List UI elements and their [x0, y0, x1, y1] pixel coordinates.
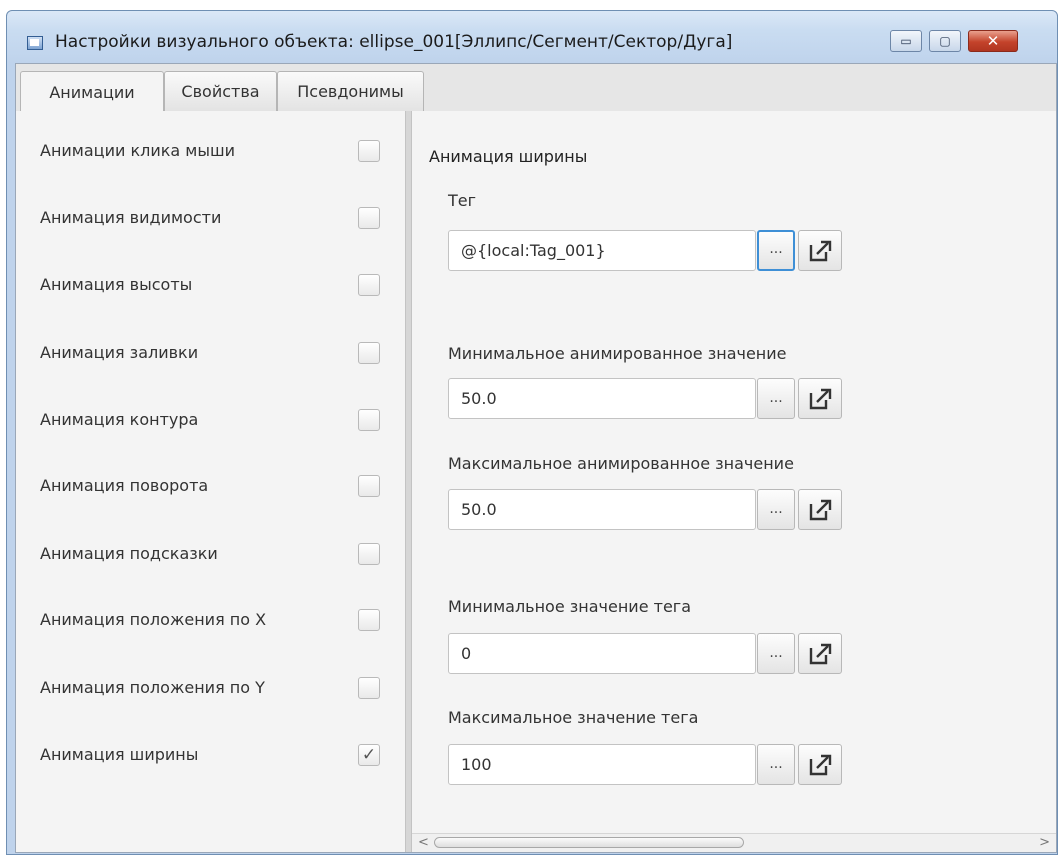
- maximize-button[interactable]: ▢: [929, 30, 961, 52]
- animation-checkbox[interactable]: [358, 475, 380, 497]
- max-animated-label: Максимальное анимированное значение: [448, 454, 794, 473]
- external-link-button[interactable]: [798, 489, 842, 530]
- animation-row-visibility[interactable]: Анимация видимости: [16, 200, 405, 240]
- animation-label: Анимация высоты: [40, 275, 193, 294]
- max-tag-value-input[interactable]: [448, 744, 756, 785]
- external-link-icon: [809, 754, 832, 775]
- close-button[interactable]: ✕: [968, 30, 1018, 52]
- animation-checkbox[interactable]: [358, 409, 380, 431]
- scroll-thumb[interactable]: [434, 837, 744, 848]
- scroll-left-arrow[interactable]: <: [418, 835, 429, 851]
- animation-detail-panel: Анимация ширины Тег ... Минимальное аним…: [412, 111, 1056, 852]
- animation-row-fill[interactable]: Анимация заливки: [16, 335, 405, 375]
- animation-checkbox[interactable]: [358, 677, 380, 699]
- max-tag-value-label: Максимальное значение тега: [448, 708, 699, 727]
- app-window-icon: [27, 36, 43, 50]
- pane-splitter[interactable]: [405, 111, 412, 852]
- tab-bar: Анимации Свойства Псевдонимы: [16, 64, 1056, 112]
- min-tag-value-label: Минимальное значение тега: [448, 597, 692, 616]
- tab-aliases[interactable]: Псевдонимы: [277, 71, 424, 111]
- external-link-icon: [809, 388, 832, 409]
- animation-row-stroke[interactable]: Анимация контура: [16, 402, 405, 442]
- animation-row-mouse-click[interactable]: Анимации клика мыши: [16, 133, 405, 173]
- animation-row-rotation[interactable]: Анимация поворота: [16, 468, 405, 508]
- section-title: Анимация ширины: [429, 147, 588, 166]
- horizontal-scrollbar[interactable]: < >: [412, 833, 1056, 852]
- animation-checkbox[interactable]: [358, 609, 380, 631]
- min-animated-label: Минимальное анимированное значение: [448, 344, 787, 363]
- animation-label: Анимации клика мыши: [40, 141, 236, 160]
- browse-button[interactable]: ...: [757, 744, 795, 785]
- animation-checkbox[interactable]: [358, 543, 380, 565]
- window-title: Настройки визуального объекта: ellipse_0…: [55, 32, 733, 52]
- animation-row-width[interactable]: Анимация ширины ✓: [16, 737, 405, 777]
- tag-label: Тег: [448, 191, 477, 210]
- external-link-button[interactable]: [798, 378, 842, 419]
- external-link-button[interactable]: [798, 744, 842, 785]
- external-link-button[interactable]: [798, 230, 842, 271]
- animation-label: Анимация положения по X: [40, 610, 267, 629]
- animation-label: Анимация ширины: [40, 745, 199, 764]
- external-link-icon: [809, 499, 832, 520]
- animation-label: Анимация контура: [40, 410, 199, 429]
- browse-button[interactable]: ...: [757, 489, 795, 530]
- animation-list: Анимации клика мыши Анимация видимости А…: [16, 111, 405, 852]
- tag-input[interactable]: [448, 230, 756, 271]
- animation-label: Анимация поворота: [40, 476, 209, 495]
- animation-checkbox[interactable]: [358, 207, 380, 229]
- dialog-content: Анимации Свойства Псевдонимы Анимации кл…: [15, 63, 1057, 853]
- animation-row-tooltip[interactable]: Анимация подсказки: [16, 536, 405, 576]
- animation-checkbox[interactable]: [358, 274, 380, 296]
- animation-checkbox[interactable]: ✓: [358, 744, 380, 766]
- animation-checkbox[interactable]: [358, 140, 380, 162]
- scroll-right-arrow[interactable]: >: [1039, 835, 1050, 851]
- animation-label: Анимация видимости: [40, 208, 222, 227]
- animation-row-position-y[interactable]: Анимация положения по Y: [16, 670, 405, 710]
- external-link-icon: [809, 643, 832, 664]
- browse-button[interactable]: ...: [757, 378, 795, 419]
- animation-row-position-x[interactable]: Анимация положения по X: [16, 602, 405, 642]
- max-animated-input[interactable]: [448, 489, 756, 530]
- animation-row-height[interactable]: Анимация высоты: [16, 267, 405, 307]
- external-link-button[interactable]: [798, 633, 842, 674]
- minimize-button[interactable]: ▭: [890, 30, 922, 52]
- animation-label: Анимация заливки: [40, 343, 199, 362]
- min-tag-value-input[interactable]: [448, 633, 756, 674]
- animation-label: Анимация подсказки: [40, 544, 218, 563]
- browse-button[interactable]: ...: [757, 230, 795, 271]
- tab-animations[interactable]: Анимации: [20, 71, 164, 112]
- title-bar[interactable]: Настройки визуального объекта: ellipse_0…: [7, 11, 1057, 63]
- settings-window: Настройки визуального объекта: ellipse_0…: [6, 10, 1058, 855]
- min-animated-input[interactable]: [448, 378, 756, 419]
- animation-checkbox[interactable]: [358, 342, 380, 364]
- tab-properties[interactable]: Свойства: [164, 71, 277, 111]
- external-link-icon: [809, 240, 832, 261]
- animation-label: Анимация положения по Y: [40, 678, 265, 697]
- browse-button[interactable]: ...: [757, 633, 795, 674]
